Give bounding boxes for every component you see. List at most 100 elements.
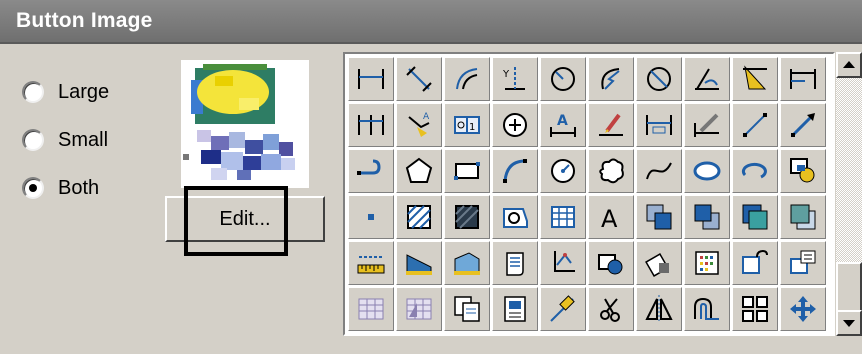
- send-under-icon: [790, 204, 816, 230]
- icon-button-ellipse-arc[interactable]: [732, 149, 778, 193]
- icon-button-send-back[interactable]: [684, 195, 730, 239]
- icon-button-attribute-edit[interactable]: [732, 241, 778, 285]
- icon-button-dim-jogged[interactable]: [588, 57, 634, 101]
- icon-button-table[interactable]: [540, 195, 586, 239]
- icon-button-move[interactable]: [780, 287, 826, 331]
- icon-button-ucs[interactable]: [540, 241, 586, 285]
- center-mark-icon: [503, 113, 527, 137]
- array-icon: [742, 296, 768, 322]
- make-block-icon: [598, 254, 623, 275]
- icon-button-center-mark[interactable]: [492, 103, 538, 147]
- preview-image-icon: [183, 64, 295, 180]
- radio-large[interactable]: Large: [22, 78, 109, 106]
- icon-button-send-under[interactable]: [780, 195, 826, 239]
- layer-grid-icon: [358, 298, 384, 320]
- icon-button-offset[interactable]: [684, 287, 730, 331]
- scissors-icon: [600, 298, 620, 322]
- icon-button-dim-linear[interactable]: [348, 57, 394, 101]
- icon-button-dim-update[interactable]: [636, 103, 682, 147]
- box-icon: [454, 252, 480, 275]
- icon-button-quick-leader[interactable]: A: [396, 103, 442, 147]
- svg-text:Y: Y: [502, 69, 510, 80]
- ellipse-arc-icon: [741, 162, 767, 179]
- icon-button-quick-dim[interactable]: [732, 57, 778, 101]
- icon-button-ruler[interactable]: [348, 241, 394, 285]
- radio-large-indicator[interactable]: [22, 81, 44, 103]
- icon-button-dim-diameter[interactable]: [636, 57, 682, 101]
- radio-small-indicator[interactable]: [22, 129, 44, 151]
- icon-button-ellipse[interactable]: [684, 149, 730, 193]
- icon-button-dim-text-edit[interactable]: [588, 103, 634, 147]
- svg-text:A: A: [557, 113, 568, 129]
- icon-button-erase[interactable]: [540, 287, 586, 331]
- icon-button-region[interactable]: [492, 195, 538, 239]
- icon-button-tolerance[interactable]: 1: [444, 103, 490, 147]
- icon-button-paste[interactable]: [636, 241, 682, 285]
- icon-button-box[interactable]: [444, 241, 490, 285]
- icon-button-dim-ordinate[interactable]: Y: [492, 57, 538, 101]
- icon-button-dim-baseline[interactable]: [780, 57, 826, 101]
- icon-button-hatch[interactable]: [396, 195, 442, 239]
- hatch-icon: [407, 205, 431, 229]
- vertical-scrollbar[interactable]: [836, 52, 862, 336]
- icon-button-dim-angular[interactable]: [684, 57, 730, 101]
- icon-button-scissors[interactable]: [588, 287, 634, 331]
- region-icon: [503, 208, 528, 228]
- icon-button-mirror[interactable]: [636, 287, 682, 331]
- icon-button-dim-edit[interactable]: A: [540, 103, 586, 147]
- icon-button-dim-style[interactable]: [684, 103, 730, 147]
- icon-button-dim-radius[interactable]: [540, 57, 586, 101]
- icon-button-scroll[interactable]: [492, 241, 538, 285]
- icon-button-rectangle[interactable]: [444, 149, 490, 193]
- icon-button-dim-arc[interactable]: [444, 57, 490, 101]
- icon-button-spline[interactable]: [636, 149, 682, 193]
- icon-button-line[interactable]: [732, 103, 778, 147]
- ray-icon: [791, 113, 815, 137]
- icon-button-polygon[interactable]: [396, 149, 442, 193]
- svg-text:A: A: [423, 112, 430, 122]
- icon-button-arc[interactable]: [492, 149, 538, 193]
- icon-button-attribute[interactable]: [684, 241, 730, 285]
- icon-button-copy-clip[interactable]: [444, 287, 490, 331]
- icon-palette: Y A 1 A A: [343, 52, 835, 336]
- icon-button-dim-aligned[interactable]: [396, 57, 442, 101]
- mirror-icon: [645, 295, 673, 323]
- icon-button-wedge[interactable]: [396, 241, 442, 285]
- icon-button-paste-special[interactable]: [492, 287, 538, 331]
- paste-icon: [645, 253, 669, 277]
- dim-style-icon: [694, 113, 719, 137]
- icon-button-ray[interactable]: [780, 103, 826, 147]
- ellipse-icon: [693, 161, 721, 181]
- icon-button-point[interactable]: [348, 195, 394, 239]
- scroll-icon: [506, 252, 524, 276]
- icon-button-make-block[interactable]: [588, 241, 634, 285]
- icon-button-array[interactable]: [732, 287, 778, 331]
- icon-button-layer-grid-alt[interactable]: [396, 287, 442, 331]
- scroll-down-button[interactable]: [836, 310, 862, 336]
- line-icon: [743, 113, 767, 137]
- icon-button-bring-above[interactable]: [732, 195, 778, 239]
- dim-ordinate-icon: Y: [502, 67, 525, 90]
- icon-button-dim-continue[interactable]: [348, 103, 394, 147]
- ucs-icon: [554, 251, 575, 272]
- radio-both-indicator[interactable]: [22, 177, 44, 199]
- icon-button-polyline[interactable]: [348, 149, 394, 193]
- radio-small[interactable]: Small: [22, 126, 108, 154]
- icon-button-revcloud[interactable]: [588, 149, 634, 193]
- scroll-thumb[interactable]: [836, 262, 862, 312]
- icon-button-bring-front[interactable]: [636, 195, 682, 239]
- icon-button-mtext[interactable]: A: [588, 195, 634, 239]
- define-attribute-icon: [790, 250, 816, 274]
- radio-both[interactable]: Both: [22, 174, 99, 202]
- arrow-down-icon: [843, 320, 855, 327]
- icon-button-insert-block[interactable]: [780, 149, 826, 193]
- copy-clip-icon: [454, 296, 480, 322]
- icon-button-circle[interactable]: [540, 149, 586, 193]
- scroll-up-button[interactable]: [836, 52, 862, 78]
- bring-front-icon: [646, 204, 672, 230]
- move-icon: [790, 296, 816, 322]
- icon-button-layer-grid[interactable]: [348, 287, 394, 331]
- circle-icon: [551, 159, 575, 183]
- icon-button-define-attribute[interactable]: [780, 241, 826, 285]
- icon-button-gradient[interactable]: [444, 195, 490, 239]
